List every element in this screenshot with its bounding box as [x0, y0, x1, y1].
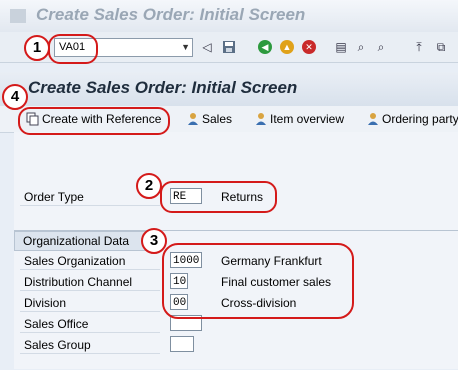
ordering-party-label: Ordering party	[382, 112, 458, 126]
row-separator	[20, 332, 160, 333]
row-separator	[20, 353, 160, 354]
row-separator	[20, 269, 160, 270]
highlight-ring-command	[48, 34, 98, 64]
screen-header: Create Sales Order: Initial Screen	[28, 78, 298, 97]
title-bar: Create Sales Order: Initial Screen	[0, 0, 458, 32]
find-next-icon[interactable]: ⌕	[374, 40, 388, 54]
print-icon[interactable]: ▤	[334, 40, 348, 54]
save-icon[interactable]	[222, 40, 236, 54]
highlight-ring-order-type	[160, 181, 277, 213]
create-session-icon[interactable]: ⧉	[434, 40, 448, 54]
first-page-icon[interactable]: ⤒	[412, 40, 426, 54]
organizational-data-title-box: Organizational Data	[14, 231, 146, 251]
sales-office-label: Sales Office	[24, 317, 89, 331]
exit-icon[interactable]: ▲	[280, 40, 294, 54]
back-arrow-icon[interactable]: ◁	[200, 40, 214, 54]
highlight-ring-create-reference	[18, 107, 170, 135]
marker-2: 2	[136, 173, 162, 199]
sales-button[interactable]: Sales	[186, 110, 232, 128]
sales-group-label: Sales Group	[24, 338, 91, 352]
distribution-channel-label: Distribution Channel	[24, 275, 133, 289]
sales-group-input[interactable]	[170, 336, 194, 352]
window-title: Create Sales Order: Initial Screen	[36, 5, 306, 24]
dropdown-arrow-icon[interactable]: ▼	[181, 42, 190, 52]
highlight-ring-org-data	[162, 243, 354, 319]
ordering-party-button[interactable]: Ordering party	[366, 110, 458, 128]
marker-1: 1	[24, 35, 50, 61]
organizational-data-title: Organizational Data	[23, 234, 130, 248]
find-icon[interactable]: ⌕	[354, 40, 368, 54]
division-label: Division	[24, 296, 67, 310]
cancel-icon[interactable]: ✕	[302, 40, 316, 54]
item-overview-icon	[254, 112, 268, 126]
sales-icon	[186, 112, 200, 126]
ordering-party-icon	[366, 112, 380, 126]
row-separator	[20, 311, 160, 312]
row-separator	[20, 290, 160, 291]
order-type-label: Order Type	[24, 190, 84, 204]
marker-3: 3	[141, 228, 167, 254]
sales-organization-label: Sales Organization	[24, 254, 126, 268]
item-overview-button[interactable]: Item overview	[254, 110, 344, 128]
green-back-icon[interactable]: ◀	[258, 40, 272, 54]
sap-logo-icon	[10, 9, 26, 23]
sales-label: Sales	[202, 112, 233, 126]
marker-4: 4	[2, 84, 28, 110]
item-overview-label: Item overview	[270, 112, 345, 126]
order-type-underline	[20, 205, 160, 206]
